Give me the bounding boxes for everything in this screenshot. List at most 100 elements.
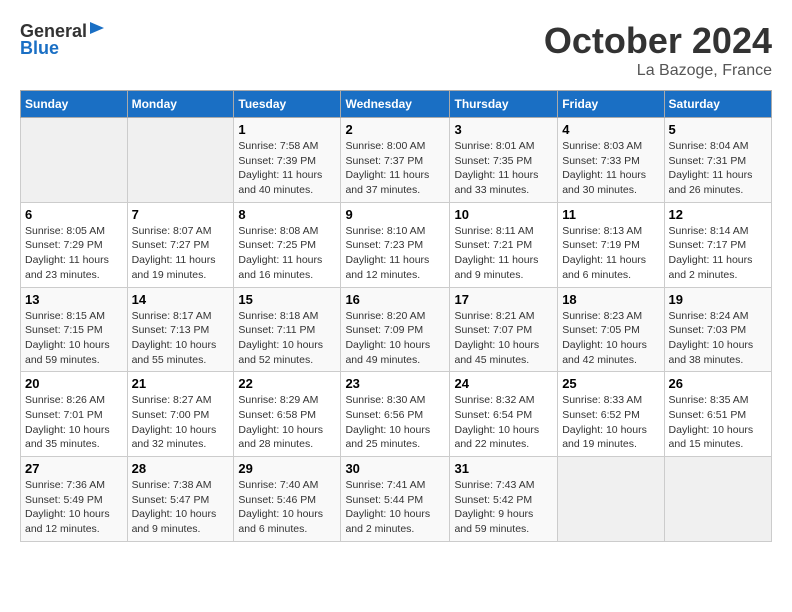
day-number: 28	[132, 461, 230, 476]
calendar-cell: 19 Sunrise: 8:24 AM Sunset: 7:03 PM Dayli…	[664, 287, 771, 372]
calendar-cell: 26 Sunrise: 8:35 AM Sunset: 6:51 PM Dayli…	[664, 372, 771, 457]
calendar-cell: 28 Sunrise: 7:38 AM Sunset: 5:47 PM Dayli…	[127, 457, 234, 542]
day-number: 14	[132, 292, 230, 307]
calendar-cell: 2Sunrise: 8:00 AM Sunset: 7:37 PM Daylig…	[341, 118, 450, 203]
logo-flag-icon	[88, 20, 106, 42]
month-title: October 2024	[544, 20, 772, 62]
day-number: 19	[669, 292, 767, 307]
day-info: Sunrise: 8:11 AM Sunset: 7:21 PM Dayligh…	[454, 224, 553, 283]
day-number: 16	[345, 292, 445, 307]
day-info: Sunrise: 8:29 AM Sunset: 6:58 PM Dayligh…	[238, 393, 336, 452]
calendar-cell: 20Sunrise: 8:26 AM Sunset: 7:01 PM Dayli…	[21, 372, 128, 457]
calendar-cell: 12 Sunrise: 8:14 AM Sunset: 7:17 PM Dayli…	[664, 202, 771, 287]
calendar-cell: 8Sunrise: 8:08 AM Sunset: 7:25 PM Daylig…	[234, 202, 341, 287]
day-info: Sunrise: 8:18 AM Sunset: 7:11 PM Dayligh…	[238, 309, 336, 368]
calendar-week-5: 27 Sunrise: 7:36 AM Sunset: 5:49 PM Dayli…	[21, 457, 772, 542]
calendar-cell: 24 Sunrise: 8:32 AM Sunset: 6:54 PM Dayli…	[450, 372, 558, 457]
day-number: 21	[132, 376, 230, 391]
day-info: Sunrise: 8:26 AM Sunset: 7:01 PM Dayligh…	[25, 393, 123, 452]
day-info: Sunrise: 7:58 AM Sunset: 7:39 PM Dayligh…	[238, 139, 336, 198]
day-number: 6	[25, 207, 123, 222]
day-info: Sunrise: 8:20 AM Sunset: 7:09 PM Dayligh…	[345, 309, 445, 368]
day-info: Sunrise: 8:35 AM Sunset: 6:51 PM Dayligh…	[669, 393, 767, 452]
calendar-cell	[664, 457, 771, 542]
calendar-cell: 3 Sunrise: 8:01 AM Sunset: 7:35 PM Daylig…	[450, 118, 558, 203]
calendar-cell: 27 Sunrise: 7:36 AM Sunset: 5:49 PM Dayli…	[21, 457, 128, 542]
calendar-header-sunday: Sunday	[21, 91, 128, 118]
day-info: Sunrise: 8:24 AM Sunset: 7:03 PM Dayligh…	[669, 309, 767, 368]
day-info: Sunrise: 8:08 AM Sunset: 7:25 PM Dayligh…	[238, 224, 336, 283]
day-number: 25	[562, 376, 659, 391]
day-number: 1	[238, 122, 336, 137]
day-number: 15	[238, 292, 336, 307]
day-info: Sunrise: 7:40 AM Sunset: 5:46 PM Dayligh…	[238, 478, 336, 537]
day-info: Sunrise: 8:23 AM Sunset: 7:05 PM Dayligh…	[562, 309, 659, 368]
calendar-body: 1 Sunrise: 7:58 AM Sunset: 7:39 PM Daylig…	[21, 118, 772, 542]
day-info: Sunrise: 8:10 AM Sunset: 7:23 PM Dayligh…	[345, 224, 445, 283]
day-info: Sunrise: 8:33 AM Sunset: 6:52 PM Dayligh…	[562, 393, 659, 452]
day-number: 24	[454, 376, 553, 391]
day-info: Sunrise: 8:30 AM Sunset: 6:56 PM Dayligh…	[345, 393, 445, 452]
calendar-cell: 1 Sunrise: 7:58 AM Sunset: 7:39 PM Daylig…	[234, 118, 341, 203]
calendar-cell: 14 Sunrise: 8:17 AM Sunset: 7:13 PM Dayli…	[127, 287, 234, 372]
day-info: Sunrise: 8:14 AM Sunset: 7:17 PM Dayligh…	[669, 224, 767, 283]
calendar-cell: 13 Sunrise: 8:15 AM Sunset: 7:15 PM Dayli…	[21, 287, 128, 372]
day-info: Sunrise: 8:32 AM Sunset: 6:54 PM Dayligh…	[454, 393, 553, 452]
calendar-cell	[127, 118, 234, 203]
calendar-header-tuesday: Tuesday	[234, 91, 341, 118]
day-number: 17	[454, 292, 553, 307]
logo: General Blue	[20, 20, 106, 59]
calendar-cell: 7Sunrise: 8:07 AM Sunset: 7:27 PM Daylig…	[127, 202, 234, 287]
title-area: October 2024 La Bazoge, France	[544, 20, 772, 80]
calendar-week-4: 20Sunrise: 8:26 AM Sunset: 7:01 PM Dayli…	[21, 372, 772, 457]
day-number: 23	[345, 376, 445, 391]
calendar-cell: 21Sunrise: 8:27 AM Sunset: 7:00 PM Dayli…	[127, 372, 234, 457]
calendar-cell: 18 Sunrise: 8:23 AM Sunset: 7:05 PM Dayli…	[558, 287, 664, 372]
day-number: 9	[345, 207, 445, 222]
day-number: 27	[25, 461, 123, 476]
calendar-cell	[21, 118, 128, 203]
day-info: Sunrise: 8:13 AM Sunset: 7:19 PM Dayligh…	[562, 224, 659, 283]
day-number: 29	[238, 461, 336, 476]
day-info: Sunrise: 8:01 AM Sunset: 7:35 PM Dayligh…	[454, 139, 553, 198]
day-info: Sunrise: 8:17 AM Sunset: 7:13 PM Dayligh…	[132, 309, 230, 368]
day-number: 12	[669, 207, 767, 222]
calendar-cell: 29 Sunrise: 7:40 AM Sunset: 5:46 PM Dayli…	[234, 457, 341, 542]
day-number: 30	[345, 461, 445, 476]
calendar-week-3: 13 Sunrise: 8:15 AM Sunset: 7:15 PM Dayli…	[21, 287, 772, 372]
location-text: La Bazoge, France	[544, 62, 772, 80]
calendar-header-saturday: Saturday	[664, 91, 771, 118]
day-info: Sunrise: 7:43 AM Sunset: 5:42 PM Dayligh…	[454, 478, 553, 537]
calendar-cell: 25 Sunrise: 8:33 AM Sunset: 6:52 PM Dayli…	[558, 372, 664, 457]
day-number: 18	[562, 292, 659, 307]
day-number: 10	[454, 207, 553, 222]
calendar-cell: 22Sunrise: 8:29 AM Sunset: 6:58 PM Dayli…	[234, 372, 341, 457]
calendar-cell	[558, 457, 664, 542]
day-info: Sunrise: 7:36 AM Sunset: 5:49 PM Dayligh…	[25, 478, 123, 537]
calendar-header-monday: Monday	[127, 91, 234, 118]
day-info: Sunrise: 7:38 AM Sunset: 5:47 PM Dayligh…	[132, 478, 230, 537]
page-header: General Blue October 2024 La Bazoge, Fra…	[20, 20, 772, 80]
calendar-cell: 16 Sunrise: 8:20 AM Sunset: 7:09 PM Dayli…	[341, 287, 450, 372]
day-number: 31	[454, 461, 553, 476]
calendar-cell: 4Sunrise: 8:03 AM Sunset: 7:33 PM Daylig…	[558, 118, 664, 203]
calendar-cell: 23 Sunrise: 8:30 AM Sunset: 6:56 PM Dayli…	[341, 372, 450, 457]
calendar-cell: 31 Sunrise: 7:43 AM Sunset: 5:42 PM Dayli…	[450, 457, 558, 542]
day-number: 5	[669, 122, 767, 137]
calendar-header-row: SundayMondayTuesdayWednesdayThursdayFrid…	[21, 91, 772, 118]
day-number: 2	[345, 122, 445, 137]
calendar-cell: 10 Sunrise: 8:11 AM Sunset: 7:21 PM Dayli…	[450, 202, 558, 287]
calendar-cell: 15 Sunrise: 8:18 AM Sunset: 7:11 PM Dayli…	[234, 287, 341, 372]
day-number: 3	[454, 122, 553, 137]
day-info: Sunrise: 8:21 AM Sunset: 7:07 PM Dayligh…	[454, 309, 553, 368]
day-number: 26	[669, 376, 767, 391]
calendar-cell: 17 Sunrise: 8:21 AM Sunset: 7:07 PM Dayli…	[450, 287, 558, 372]
day-info: Sunrise: 8:15 AM Sunset: 7:15 PM Dayligh…	[25, 309, 123, 368]
day-number: 11	[562, 207, 659, 222]
calendar-cell: 6 Sunrise: 8:05 AM Sunset: 7:29 PM Daylig…	[21, 202, 128, 287]
day-number: 13	[25, 292, 123, 307]
calendar-week-2: 6 Sunrise: 8:05 AM Sunset: 7:29 PM Daylig…	[21, 202, 772, 287]
day-info: Sunrise: 8:04 AM Sunset: 7:31 PM Dayligh…	[669, 139, 767, 198]
day-info: Sunrise: 8:05 AM Sunset: 7:29 PM Dayligh…	[25, 224, 123, 283]
calendar-table: SundayMondayTuesdayWednesdayThursdayFrid…	[20, 90, 772, 542]
